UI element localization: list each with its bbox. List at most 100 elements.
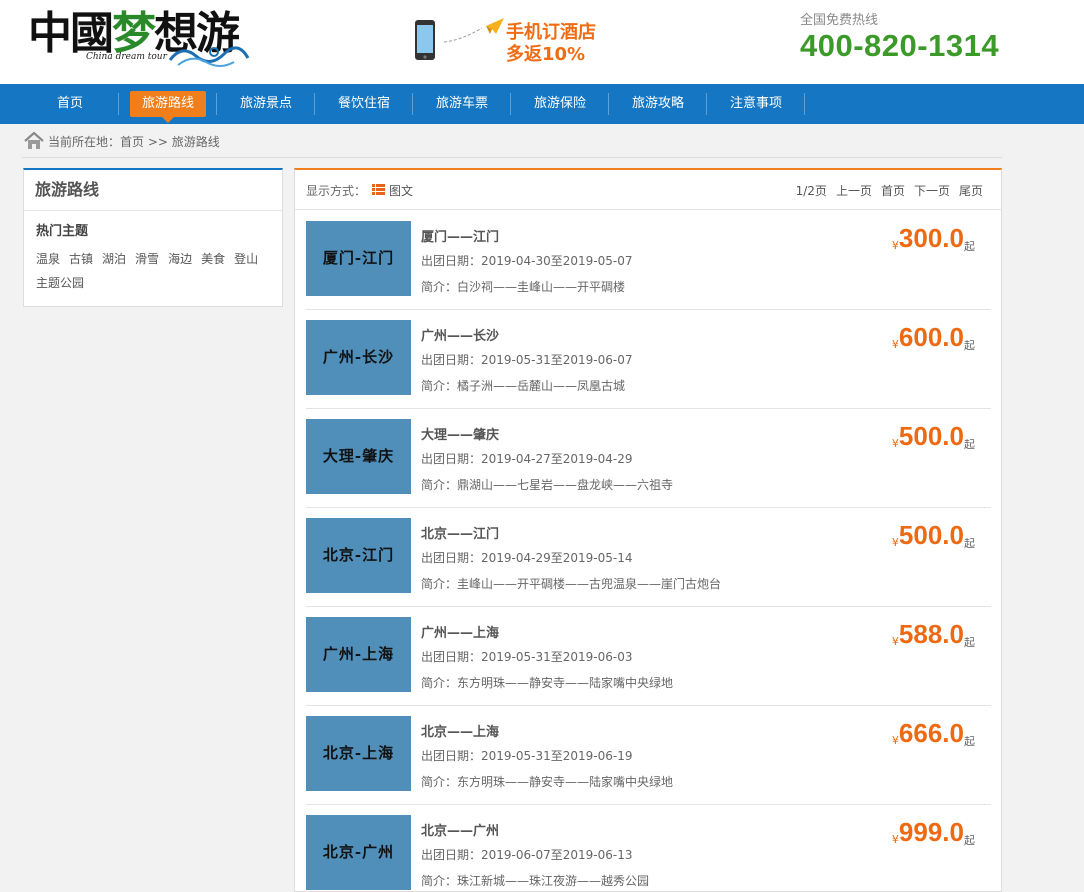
tag-link[interactable]: 湖泊 [102, 247, 126, 271]
route-price: ¥999.0起 [892, 817, 975, 848]
route-date: 出团日期：2019-04-27至2019-04-29 [421, 450, 633, 467]
theme-tags: 温泉 古镇 湖泊 滑雪 海边 美食 登山主题公园 [24, 239, 282, 295]
tag-link[interactable]: 古镇 [69, 247, 93, 271]
route-date: 出团日期：2019-05-31至2019-06-19 [421, 747, 633, 764]
mobile-promo-banner[interactable]: 手机订酒店 多返10% [412, 14, 612, 66]
nav-item-notices[interactable]: 注意事项 [707, 84, 805, 124]
nav-item-home[interactable]: 首页 [21, 84, 119, 124]
tag-link[interactable]: 主题公园 [36, 271, 84, 295]
tag-link[interactable]: 登山 [234, 247, 258, 271]
tag-link[interactable]: 美食 [201, 247, 225, 271]
nav-divider [804, 93, 805, 115]
route-title-link[interactable]: 广州——上海 [421, 622, 499, 641]
date-value: 2019-06-07至2019-06-13 [481, 848, 633, 862]
date-prefix: 出团日期： [421, 650, 482, 664]
route-list-item[interactable]: 广州-长沙 广州——长沙 出团日期：2019-05-31至2019-06-07 简介：… [306, 310, 991, 409]
price-value: 999.0 [898, 817, 964, 847]
desc-value: 白沙祠——圭峰山——开平碉楼 [457, 280, 626, 294]
nav-label: 餐饮住宿 [337, 96, 390, 111]
prev-page-link[interactable]: 上一页 [836, 184, 872, 198]
route-title-link[interactable]: 北京——广州 [421, 820, 499, 839]
breadcrumb: 当前所在地：首页 >> 旅游路线 [22, 124, 1002, 158]
currency-symbol: ¥ [891, 833, 899, 846]
price-suffix: 起 [964, 636, 975, 649]
list-view-icon[interactable] [372, 184, 385, 195]
tag-link[interactable]: 滑雪 [135, 247, 159, 271]
date-prefix: 出团日期： [421, 353, 482, 367]
desc-prefix: 简介： [421, 280, 458, 294]
desc-value: 鼎湖山——七星岩——盘龙峡——六祖寺 [457, 478, 674, 492]
route-title-link[interactable]: 厦门——江门 [421, 226, 499, 245]
nav-item-tickets[interactable]: 旅游车票 [413, 84, 511, 124]
desc-value: 橘子洲——岳麓山——凤凰古城 [457, 379, 626, 393]
route-title-link[interactable]: 北京——上海 [421, 721, 499, 740]
date-prefix: 出团日期： [421, 254, 482, 268]
route-list-panel: 显示方式： 图文 1/2页 上一页 首页 下一页 尾页 厦门-江门 厦门——江门出团日期：… [294, 168, 1002, 892]
breadcrumb-current[interactable]: 旅游路线 [172, 135, 220, 149]
nav-label: 旅游景点 [239, 96, 292, 111]
route-list-item[interactable]: 北京-江门 北京——江门 出团日期：2019-04-29至2019-05-14 简介：… [306, 508, 991, 607]
route-list-item[interactable]: 大理-肇庆 大理——肇庆 出团日期：2019-04-27至2019-04-29 简介：… [306, 409, 991, 508]
next-page-link[interactable]: 下一页 [914, 184, 950, 198]
site-logo[interactable]: 中國梦想游 China dream tour [28, 6, 250, 68]
page-info: 1/2页 [795, 184, 827, 198]
nav-item-insurance[interactable]: 旅游保险 [511, 84, 609, 124]
route-price: ¥500.0起 [892, 421, 975, 452]
breadcrumb-prefix: 当前所在地： [48, 135, 121, 149]
hotline-number: 400-820-1314 [800, 28, 1000, 63]
route-description: 简介：白沙祠——圭峰山——开平碉楼 [421, 278, 625, 295]
route-thumbnail[interactable]: 厦门-江门 [306, 221, 411, 296]
route-list-item[interactable]: 广州-上海 广州——上海 出团日期：2019-05-31至2019-06-03 简介：… [306, 607, 991, 706]
route-date: 出团日期：2019-06-07至2019-06-13 [421, 846, 633, 863]
desc-value: 东方明珠——静安寺——陆家嘴中央绿地 [457, 676, 674, 690]
last-page-link[interactable]: 尾页 [959, 184, 983, 198]
desc-prefix: 简介： [421, 775, 458, 789]
route-thumbnail[interactable]: 北京-广州 [306, 815, 411, 890]
tag-link[interactable]: 温泉 [36, 247, 60, 271]
route-thumbnail[interactable]: 北京-江门 [306, 518, 411, 593]
nav-item-routes[interactable]: 旅游路线 [119, 84, 217, 124]
display-mode-label: 显示方式： [306, 184, 367, 198]
tag-link[interactable]: 海边 [168, 247, 192, 271]
sidebar-title: 旅游路线 [24, 170, 282, 211]
route-title-link[interactable]: 大理——肇庆 [421, 424, 499, 443]
route-list-item[interactable]: 北京-上海 北京——上海出团日期：2019-05-31至2019-06-19 简介：… [306, 706, 991, 805]
route-list-item[interactable]: 厦门-江门 厦门——江门 出团日期：2019-04-30至2019-05-07 简介：… [306, 211, 991, 310]
price-value: 666.0 [898, 718, 964, 748]
first-page-link[interactable]: 首页 [881, 184, 905, 198]
currency-symbol: ¥ [891, 437, 899, 450]
route-thumbnail[interactable]: 北京-上海 [306, 716, 411, 791]
desc-prefix: 简介： [421, 379, 458, 393]
route-thumbnail[interactable]: 广州-上海 [306, 617, 411, 692]
breadcrumb-home-link[interactable]: 首页 [120, 135, 144, 149]
price-suffix: 起 [964, 240, 975, 253]
route-list-item[interactable]: 北京-广州 北京——广州 出团日期：2019-06-07至2019-06-13 简介：… [306, 805, 991, 892]
breadcrumb-text: 当前所在地：首页 >> 旅游路线 [48, 133, 220, 150]
paper-plane-icon [443, 18, 504, 43]
route-description: 简介：东方明珠——静安寺——陆家嘴中央绿地 [421, 674, 673, 691]
route-title-link[interactable]: 广州——长沙 [421, 325, 499, 344]
logo-tagline: China dream tour [86, 52, 167, 62]
price-value: 600.0 [898, 322, 964, 352]
route-thumbnail[interactable]: 大理-肇庆 [306, 419, 411, 494]
breadcrumb-separator: >> [147, 135, 168, 149]
display-mode-toggle[interactable]: 图文 [389, 182, 413, 199]
desc-value: 东方明珠——静安寺——陆家嘴中央绿地 [457, 775, 674, 789]
nav-item-guides[interactable]: 旅游攻略 [609, 84, 707, 124]
route-thumbnail[interactable]: 广州-长沙 [306, 320, 411, 395]
route-description: 简介：橘子洲——岳麓山——凤凰古城 [421, 377, 625, 394]
main-nav: 首页 旅游路线 旅游景点 餐饮住宿 旅游车票 旅游保险 旅游攻略 注意事项 [0, 84, 1084, 124]
hotline-label: 全国免费热线 [800, 13, 879, 28]
route-description: 简介：圭峰山——开平碉楼——古兜温泉——崖门古炮台 [421, 575, 721, 592]
price-suffix: 起 [964, 537, 975, 550]
nav-item-dining[interactable]: 餐饮住宿 [315, 84, 413, 124]
site-header: 中國梦想游 China dream tour 手机订酒店 多返10% 全国免费热… [0, 0, 1084, 84]
desc-value: 圭峰山——开平碉楼——古兜温泉——崖门古炮台 [457, 577, 722, 591]
currency-symbol: ¥ [891, 734, 899, 747]
desc-value: 珠江新城——珠江夜游——越秀公园 [457, 874, 650, 888]
date-prefix: 出团日期： [421, 848, 482, 862]
price-value: 588.0 [898, 619, 964, 649]
pager: 1/2页 上一页 首页 下一页 尾页 [787, 182, 983, 199]
route-title-link[interactable]: 北京——江门 [421, 523, 499, 542]
nav-item-attractions[interactable]: 旅游景点 [217, 84, 315, 124]
